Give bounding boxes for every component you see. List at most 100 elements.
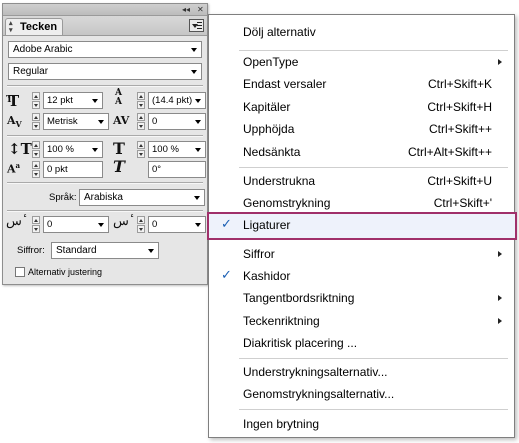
menu-item-keyboard-direction[interactable]: Tangentbordsriktning (209, 287, 514, 309)
menu-item-label: Genomstrykning (243, 196, 331, 210)
kerning-value: Metrisk (47, 116, 78, 127)
menu-item-digits[interactable]: Siffror (209, 243, 514, 265)
menu-item-diacritic-position[interactable]: Diakritisk placering ... (209, 332, 514, 354)
tracking-field[interactable]: 0 (148, 113, 206, 130)
menu-item-label: Ingen brytning (243, 417, 320, 431)
menu-item-hide-options[interactable]: Dölj alternativ (209, 21, 514, 43)
baseline-field[interactable]: 0 pkt (43, 161, 103, 178)
alt-justification-checkbox[interactable] (15, 267, 25, 277)
menu-item-shortcut: Ctrl+Skift+' (433, 196, 492, 210)
font-style-dropdown[interactable]: Regular (8, 63, 202, 80)
chevron-down-icon (148, 249, 154, 253)
menu-item-strikethrough[interactable]: Genomstrykning Ctrl+Skift+' (209, 192, 514, 214)
menu-item-no-break[interactable]: Ingen brytning (209, 413, 514, 435)
submenu-arrow-icon (498, 295, 502, 301)
menu-divider (239, 358, 508, 359)
menu-item-strikethrough-options[interactable]: Genomstrykningsalternativ... (209, 383, 514, 405)
checkmark-icon: ✓ (221, 268, 232, 283)
panel-menu-button[interactable] (189, 19, 204, 32)
diacritic-left-field[interactable]: 0 (43, 216, 109, 233)
menu-item-label: Diakritisk placering ... (243, 336, 358, 350)
digits-dropdown[interactable]: Standard (51, 242, 159, 259)
skew-icon: T (113, 157, 125, 176)
menu-item-label: Ligaturer (243, 218, 291, 232)
menu-item-all-caps[interactable]: Endast versaler Ctrl+Skift+K (209, 73, 514, 95)
tab-tecken[interactable]: ▴ ▾ Tecken (5, 18, 63, 35)
digits-value: Standard (56, 245, 97, 256)
panel-titlebar[interactable]: ◂◂ ✕ (3, 4, 207, 16)
chevron-down-icon (195, 223, 201, 227)
divider (7, 182, 203, 184)
collapse-icon[interactable]: ◂◂ (182, 4, 190, 15)
leading-stepper[interactable] (137, 92, 145, 109)
menu-divider (239, 167, 508, 168)
menu-divider (239, 409, 508, 410)
tracking-stepper[interactable] (137, 113, 145, 130)
baseline-value: 0 pkt (47, 164, 68, 175)
kerning-field[interactable]: Metrisk (43, 113, 109, 130)
menu-item-label: Kapitäler (243, 100, 291, 114)
menu-item-underline[interactable]: Understrukna Ctrl+Skift+U (209, 170, 514, 192)
menu-item-shortcut: Ctrl+Skift+K (427, 77, 492, 91)
horizontal-scale-field[interactable]: 100 % (148, 141, 206, 158)
menu-item-label: Dölj alternativ (243, 25, 316, 39)
panel-tab-row: ▴ ▾ Tecken (3, 16, 207, 36)
menu-item-label: OpenType (243, 55, 299, 69)
baseline-stepper[interactable] (32, 161, 40, 178)
tab-expand-icon[interactable]: ▴ ▾ (9, 20, 13, 34)
vertical-scale-value: 100 % (47, 144, 74, 155)
tab-label: Tecken (20, 21, 58, 33)
menu-item-superscript[interactable]: Upphöjda Ctrl+Skift++ (209, 118, 514, 140)
chevron-down-icon (98, 120, 104, 124)
vertical-scale-field[interactable]: 100 % (43, 141, 103, 158)
tracking-value: 0 (152, 116, 158, 127)
horizontal-scale-stepper[interactable] (137, 141, 145, 158)
font-family-dropdown[interactable]: Adobe Arabic (8, 41, 202, 58)
menu-item-label: Nedsänkta (243, 145, 301, 159)
diacritic-right-value: 0 (152, 219, 158, 230)
menu-item-opentype[interactable]: OpenType (209, 51, 514, 73)
menu-item-label: Upphöjda (243, 122, 295, 136)
chevron-down-icon (98, 223, 104, 227)
chevron-down-icon (92, 148, 98, 152)
leading-icon: AA (115, 88, 122, 107)
menu-item-label: Understrukna (243, 174, 316, 188)
font-size-field[interactable]: 12 pkt (43, 92, 103, 109)
menu-item-label: Kashidor (243, 269, 291, 283)
baseline-shift-icon: Aa (7, 161, 21, 176)
diacritic-right-stepper[interactable] (137, 216, 145, 233)
close-panel-icon[interactable]: ✕ (197, 4, 204, 15)
menu-item-underline-options[interactable]: Understrykningsalternativ... (209, 361, 514, 383)
vertical-scale-stepper[interactable] (32, 141, 40, 158)
menu-item-kashida[interactable]: ✓ Kashidor (209, 265, 514, 287)
font-size-stepper[interactable] (32, 92, 40, 109)
submenu-arrow-icon (498, 318, 502, 324)
menu-item-character-direction[interactable]: Teckenriktning (209, 310, 514, 332)
menu-item-label: Tangentbordsriktning (243, 291, 355, 305)
alt-justification-label: Alternativ justering (28, 267, 103, 277)
divider (7, 210, 203, 212)
digits-label: Siffror: (17, 245, 45, 256)
chevron-down-icon (191, 70, 197, 74)
language-dropdown[interactable]: Arabiska (79, 189, 205, 206)
diacritic-left-stepper[interactable] (32, 216, 40, 233)
menu-item-subscript[interactable]: Nedsänkta Ctrl+Alt+Skift++ (209, 141, 514, 163)
menu-item-shortcut: Ctrl+Skift++ (428, 122, 492, 136)
font-size-value: 12 pkt (47, 95, 73, 106)
menu-item-label: Teckenriktning (243, 314, 320, 328)
diacritic-right-field[interactable]: 0 (148, 216, 206, 233)
menu-item-label: Endast versaler (243, 77, 327, 91)
vertical-scale-icon: ↕T (8, 140, 32, 158)
chevron-down-icon (195, 120, 201, 124)
tracking-icon: AV (113, 114, 130, 127)
kerning-stepper[interactable] (32, 113, 40, 130)
leading-field[interactable]: (14.4 pkt) (148, 92, 206, 109)
leading-value: (14.4 pkt) (152, 95, 193, 106)
chevron-down-icon (92, 99, 98, 103)
menu-item-small-caps[interactable]: Kapitäler Ctrl+Skift+H (209, 96, 514, 118)
menu-item-ligatures[interactable]: ✓ Ligaturer (207, 212, 517, 240)
menu-item-label: Genomstrykningsalternativ... (243, 387, 395, 401)
skew-field[interactable]: 0° (148, 161, 206, 178)
chevron-down-icon (195, 99, 201, 103)
menu-lines-icon (197, 22, 202, 29)
